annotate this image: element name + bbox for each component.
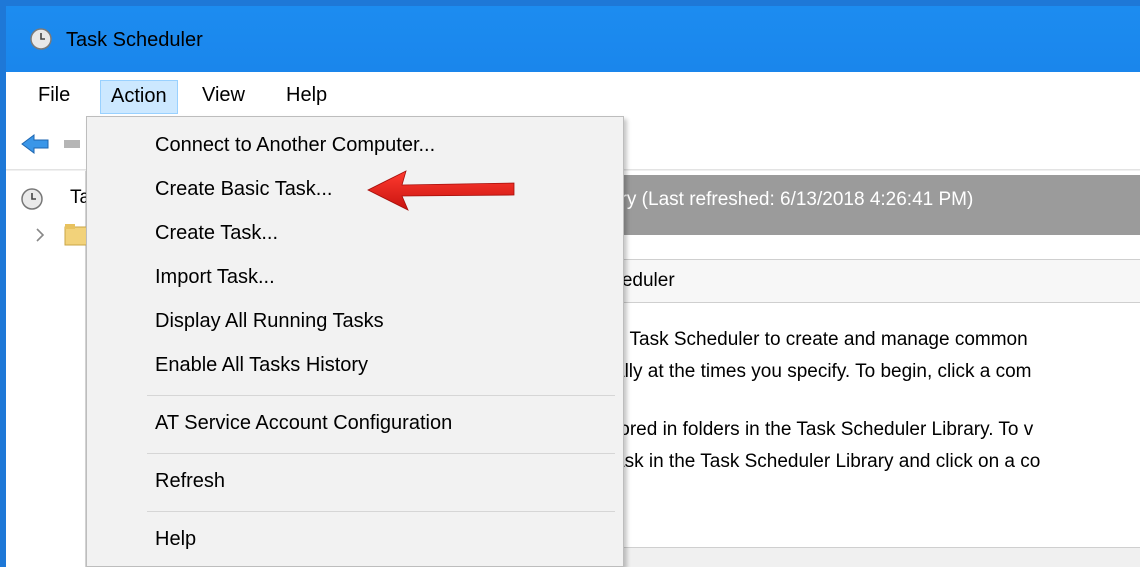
clock-icon: [21, 188, 43, 210]
menu-help[interactable]: Help: [276, 80, 337, 114]
menu-file[interactable]: File: [28, 80, 80, 114]
bottom-panel: [591, 547, 1140, 567]
tree-item-library[interactable]: [14, 221, 90, 249]
menu-item-at-service[interactable]: AT Service Account Configuration: [155, 411, 452, 435]
menu-bar: File Action View Help: [6, 72, 1140, 118]
description-line: tored in folders in the Task Scheduler L…: [614, 419, 1034, 440]
section-header[interactable]: :heduler: [591, 259, 1140, 303]
menu-item-help[interactable]: Help: [155, 527, 196, 551]
red-arrow-annotation-icon: [367, 170, 515, 211]
action-menu: Connect to Another Computer... Create Ba…: [86, 116, 624, 567]
menu-item-create-task[interactable]: Create Task...: [155, 221, 278, 245]
back-arrow-icon[interactable]: [20, 132, 52, 156]
description-line: e Task Scheduler to create and manage co…: [614, 329, 1028, 350]
forward-arrow-icon[interactable]: [64, 138, 82, 150]
menu-separator: [147, 395, 615, 396]
description-line: ask in the Task Scheduler Library and cl…: [614, 451, 1041, 472]
description-line: ally at the times you specify. To begin,…: [614, 361, 1032, 382]
title-bar[interactable]: Task Scheduler: [6, 6, 1140, 72]
navigation-tree: Ta: [6, 171, 90, 567]
menu-item-display-running[interactable]: Display All Running Tasks: [155, 309, 384, 333]
menu-separator: [147, 453, 615, 454]
menu-item-create-basic-task[interactable]: Create Basic Task...: [155, 177, 332, 201]
clock-icon: [30, 28, 52, 50]
chevron-right-icon[interactable]: [34, 227, 46, 243]
menu-action[interactable]: Action: [100, 80, 178, 114]
tree-item-root[interactable]: Ta: [14, 185, 90, 213]
window-title: Task Scheduler: [66, 29, 203, 51]
summary-text: ary (Last refreshed: 6/13/2018 4:26:41 P…: [610, 189, 974, 210]
menu-item-import-task[interactable]: Import Task...: [155, 265, 275, 289]
menu-view[interactable]: View: [192, 80, 255, 114]
menu-item-refresh[interactable]: Refresh: [155, 469, 225, 493]
menu-separator: [147, 511, 615, 512]
menu-item-enable-history[interactable]: Enable All Tasks History: [155, 353, 368, 377]
section-body: e Task Scheduler to create and manage co…: [591, 303, 1140, 551]
menu-item-connect[interactable]: Connect to Another Computer...: [155, 133, 435, 157]
